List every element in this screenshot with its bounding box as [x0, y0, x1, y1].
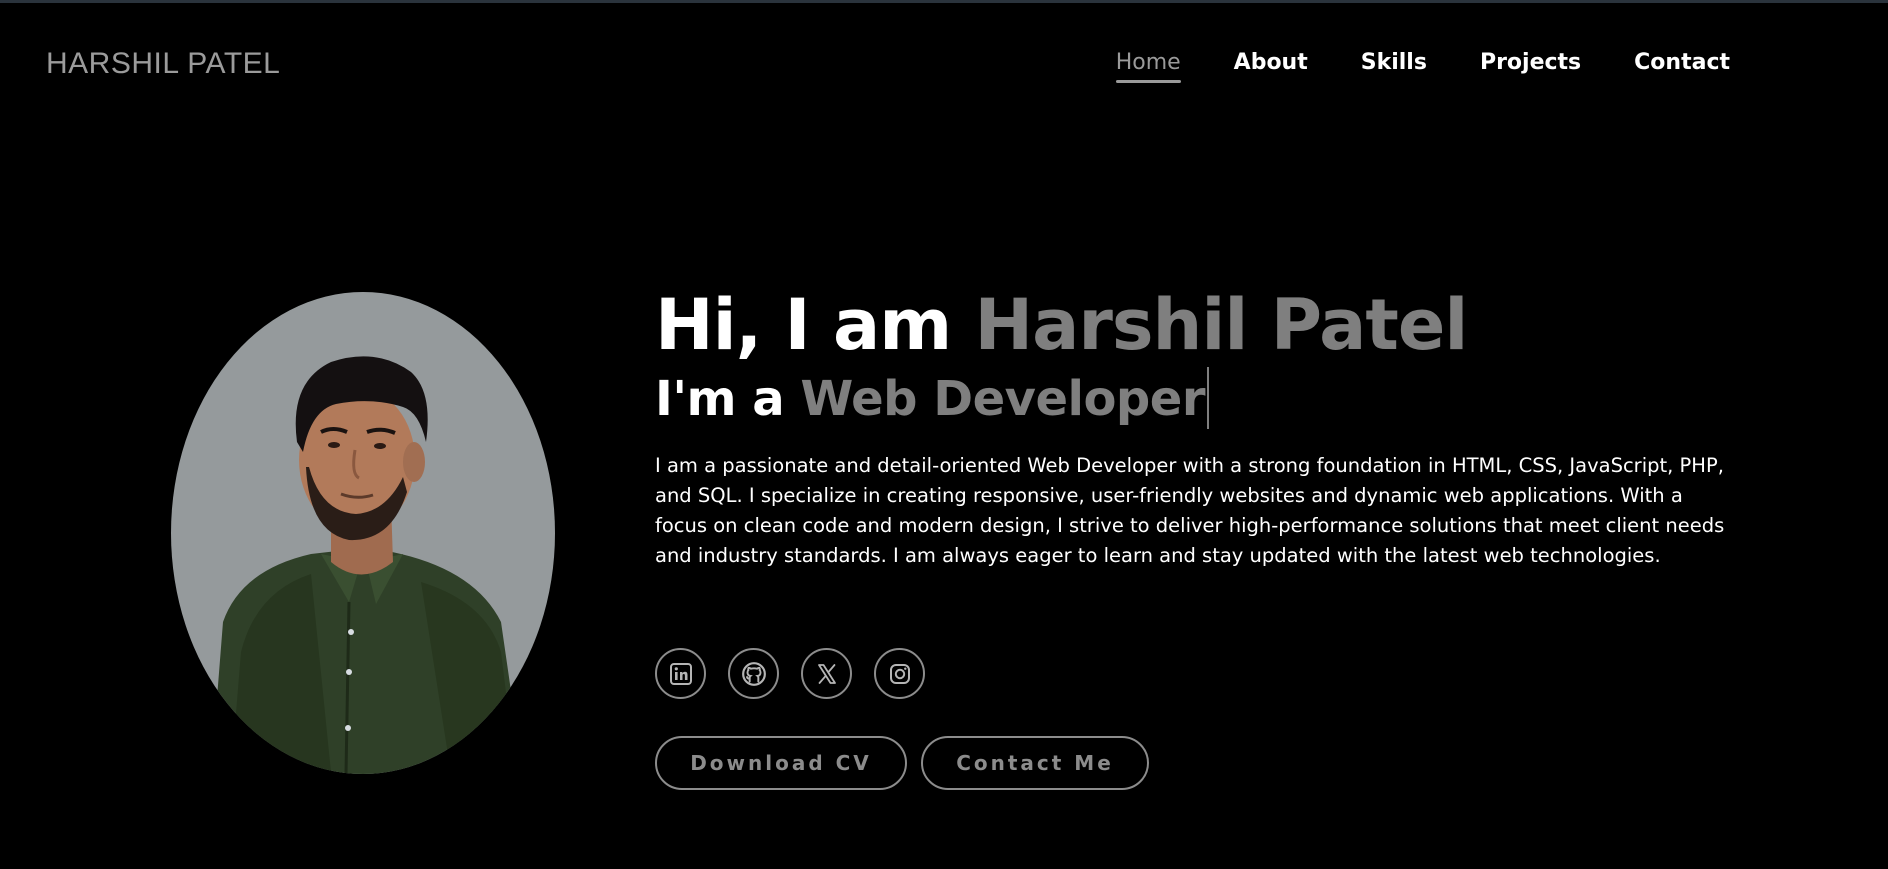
hero-buttons: Download CV Contact Me — [655, 736, 1149, 790]
nav-about[interactable]: About — [1234, 48, 1308, 78]
nav-home[interactable]: Home — [1115, 48, 1181, 83]
nav-projects[interactable]: Projects — [1480, 48, 1581, 78]
nav-contact[interactable]: Contact — [1634, 48, 1730, 78]
instagram-link[interactable] — [874, 648, 925, 699]
hero-description: I am a passionate and detail-oriented We… — [655, 454, 1725, 567]
hero-role: Web Developer — [800, 371, 1206, 427]
download-cv-button[interactable]: Download CV — [655, 736, 907, 790]
github-icon — [741, 661, 766, 686]
social-links — [655, 648, 925, 699]
linkedin-link[interactable] — [655, 648, 706, 699]
window-top-border — [0, 0, 1888, 3]
profile-portrait — [171, 292, 555, 774]
nav-skills[interactable]: Skills — [1361, 48, 1427, 78]
hero-subtitle: I'm a Web Developer — [655, 367, 1735, 433]
profile-photo-illustration — [211, 356, 523, 774]
hero-section: Hi, I am Harshil Patel I'm a Web Develop… — [655, 282, 1735, 591]
hero-role-prefix: I'm a — [655, 371, 801, 427]
main-nav: Home About Skills Projects Contact — [1063, 48, 1730, 83]
typing-caret — [1207, 367, 1210, 429]
github-link[interactable] — [728, 648, 779, 699]
linkedin-icon — [669, 662, 692, 685]
contact-me-button[interactable]: Contact Me — [921, 736, 1149, 790]
x-icon — [817, 663, 836, 684]
hero-name: Harshil Patel — [974, 284, 1469, 366]
hero-title: Hi, I am Harshil Patel — [655, 282, 1735, 368]
x-twitter-link[interactable] — [801, 648, 852, 699]
site-logo[interactable]: HARSHIL PATEL — [46, 44, 280, 84]
instagram-icon — [889, 663, 910, 684]
hero-greeting: Hi, I am — [655, 284, 975, 366]
